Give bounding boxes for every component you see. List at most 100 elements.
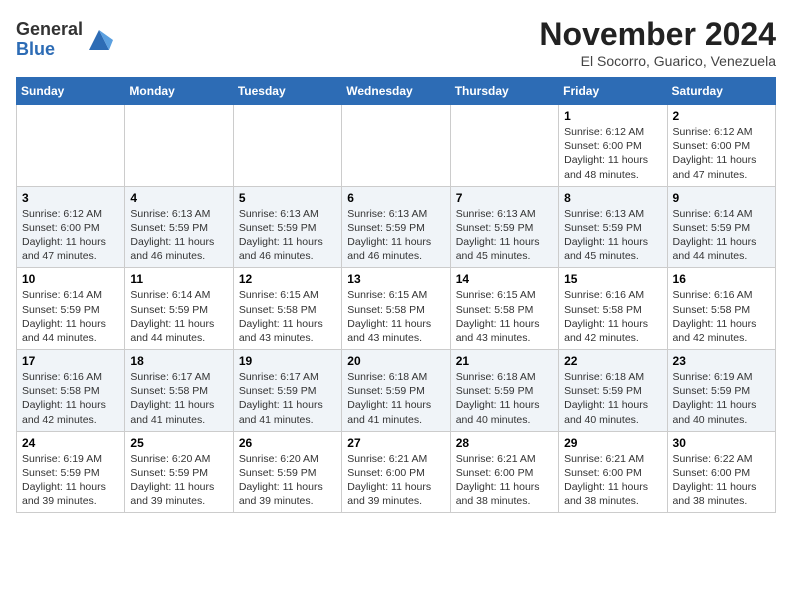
logo-icon: [85, 26, 113, 54]
calendar-cell: 3 Sunrise: 6:12 AM Sunset: 6:00 PM Daylig…: [17, 186, 125, 268]
day-info: Sunrise: 6:19 AM Sunset: 5:59 PM Dayligh…: [22, 452, 119, 509]
day-number: 15: [564, 272, 661, 286]
weekday-header-row: SundayMondayTuesdayWednesdayThursdayFrid…: [17, 78, 776, 105]
day-number: 30: [673, 436, 770, 450]
calendar-cell: 24 Sunrise: 6:19 AM Sunset: 5:59 PM Dayli…: [17, 431, 125, 513]
day-number: 3: [22, 191, 119, 205]
day-number: 25: [130, 436, 227, 450]
day-info: Sunrise: 6:21 AM Sunset: 6:00 PM Dayligh…: [347, 452, 444, 509]
day-number: 24: [22, 436, 119, 450]
day-number: 29: [564, 436, 661, 450]
weekday-header-friday: Friday: [559, 78, 667, 105]
calendar-cell: 10 Sunrise: 6:14 AM Sunset: 5:59 PM Dayli…: [17, 268, 125, 350]
calendar-cell: 18Sunrise: 6:17 AM Sunset: 5:58 PM Dayli…: [125, 350, 233, 432]
day-number: 7: [456, 191, 553, 205]
calendar-cell: 5 Sunrise: 6:13 AM Sunset: 5:59 PM Daylig…: [233, 186, 341, 268]
day-number: 20: [347, 354, 444, 368]
calendar-header: SundayMondayTuesdayWednesdayThursdayFrid…: [17, 78, 776, 105]
day-number: 10: [22, 272, 119, 286]
calendar-cell: [233, 105, 341, 187]
logo-blue: Blue: [16, 40, 83, 60]
day-info: Sunrise: 6:15 AM Sunset: 5:58 PM Dayligh…: [456, 288, 553, 345]
day-info: Sunrise: 6:18 AM Sunset: 5:59 PM Dayligh…: [564, 370, 661, 427]
day-number: 22: [564, 354, 661, 368]
location-subtitle: El Socorro, Guarico, Venezuela: [539, 53, 776, 69]
calendar-week-4: 17Sunrise: 6:16 AM Sunset: 5:58 PM Dayli…: [17, 350, 776, 432]
day-info: Sunrise: 6:13 AM Sunset: 5:59 PM Dayligh…: [456, 207, 553, 264]
day-info: Sunrise: 6:14 AM Sunset: 5:59 PM Dayligh…: [673, 207, 770, 264]
day-number: 2: [673, 109, 770, 123]
calendar-cell: [17, 105, 125, 187]
day-info: Sunrise: 6:18 AM Sunset: 5:59 PM Dayligh…: [347, 370, 444, 427]
day-info: Sunrise: 6:21 AM Sunset: 6:00 PM Dayligh…: [456, 452, 553, 509]
weekday-header-monday: Monday: [125, 78, 233, 105]
day-info: Sunrise: 6:22 AM Sunset: 6:00 PM Dayligh…: [673, 452, 770, 509]
weekday-header-saturday: Saturday: [667, 78, 775, 105]
day-info: Sunrise: 6:12 AM Sunset: 6:00 PM Dayligh…: [564, 125, 661, 182]
calendar-cell: 30 Sunrise: 6:22 AM Sunset: 6:00 PM Dayli…: [667, 431, 775, 513]
day-info: Sunrise: 6:12 AM Sunset: 6:00 PM Dayligh…: [673, 125, 770, 182]
day-number: 11: [130, 272, 227, 286]
calendar-cell: 14 Sunrise: 6:15 AM Sunset: 5:58 PM Dayli…: [450, 268, 558, 350]
calendar-cell: 27Sunrise: 6:21 AM Sunset: 6:00 PM Dayli…: [342, 431, 450, 513]
day-number: 19: [239, 354, 336, 368]
weekday-header-wednesday: Wednesday: [342, 78, 450, 105]
day-number: 1: [564, 109, 661, 123]
day-number: 9: [673, 191, 770, 205]
day-number: 4: [130, 191, 227, 205]
calendar-cell: 9 Sunrise: 6:14 AM Sunset: 5:59 PM Daylig…: [667, 186, 775, 268]
calendar-cell: 6 Sunrise: 6:13 AM Sunset: 5:59 PM Daylig…: [342, 186, 450, 268]
calendar-cell: 17Sunrise: 6:16 AM Sunset: 5:58 PM Dayli…: [17, 350, 125, 432]
calendar-cell: 23 Sunrise: 6:19 AM Sunset: 5:59 PM Dayli…: [667, 350, 775, 432]
day-info: Sunrise: 6:19 AM Sunset: 5:59 PM Dayligh…: [673, 370, 770, 427]
calendar-cell: 20 Sunrise: 6:18 AM Sunset: 5:59 PM Dayli…: [342, 350, 450, 432]
day-info: Sunrise: 6:21 AM Sunset: 6:00 PM Dayligh…: [564, 452, 661, 509]
day-number: 26: [239, 436, 336, 450]
calendar-cell: 22 Sunrise: 6:18 AM Sunset: 5:59 PM Dayli…: [559, 350, 667, 432]
calendar-cell: 21Sunrise: 6:18 AM Sunset: 5:59 PM Dayli…: [450, 350, 558, 432]
calendar-cell: 2 Sunrise: 6:12 AM Sunset: 6:00 PM Daylig…: [667, 105, 775, 187]
calendar-cell: 19Sunrise: 6:17 AM Sunset: 5:59 PM Dayli…: [233, 350, 341, 432]
calendar-cell: [342, 105, 450, 187]
calendar-cell: 29 Sunrise: 6:21 AM Sunset: 6:00 PM Dayli…: [559, 431, 667, 513]
day-info: Sunrise: 6:15 AM Sunset: 5:58 PM Dayligh…: [239, 288, 336, 345]
day-info: Sunrise: 6:14 AM Sunset: 5:59 PM Dayligh…: [22, 288, 119, 345]
calendar-cell: 7 Sunrise: 6:13 AM Sunset: 5:59 PM Daylig…: [450, 186, 558, 268]
day-info: Sunrise: 6:16 AM Sunset: 5:58 PM Dayligh…: [673, 288, 770, 345]
day-number: 18: [130, 354, 227, 368]
calendar-week-2: 3 Sunrise: 6:12 AM Sunset: 6:00 PM Daylig…: [17, 186, 776, 268]
day-info: Sunrise: 6:16 AM Sunset: 5:58 PM Dayligh…: [564, 288, 661, 345]
day-info: Sunrise: 6:15 AM Sunset: 5:58 PM Dayligh…: [347, 288, 444, 345]
calendar-cell: 25 Sunrise: 6:20 AM Sunset: 5:59 PM Dayli…: [125, 431, 233, 513]
day-number: 16: [673, 272, 770, 286]
day-info: Sunrise: 6:13 AM Sunset: 5:59 PM Dayligh…: [564, 207, 661, 264]
day-number: 17: [22, 354, 119, 368]
calendar-cell: [450, 105, 558, 187]
calendar-week-5: 24 Sunrise: 6:19 AM Sunset: 5:59 PM Dayli…: [17, 431, 776, 513]
weekday-header-tuesday: Tuesday: [233, 78, 341, 105]
day-number: 14: [456, 272, 553, 286]
day-number: 8: [564, 191, 661, 205]
calendar-table: SundayMondayTuesdayWednesdayThursdayFrid…: [16, 77, 776, 513]
day-info: Sunrise: 6:18 AM Sunset: 5:59 PM Dayligh…: [456, 370, 553, 427]
day-number: 28: [456, 436, 553, 450]
calendar-cell: [125, 105, 233, 187]
calendar-cell: 13Sunrise: 6:15 AM Sunset: 5:58 PM Dayli…: [342, 268, 450, 350]
calendar-cell: 4Sunrise: 6:13 AM Sunset: 5:59 PM Daylig…: [125, 186, 233, 268]
calendar-cell: 12Sunrise: 6:15 AM Sunset: 5:58 PM Dayli…: [233, 268, 341, 350]
page-header: General Blue November 2024 El Socorro, G…: [16, 16, 776, 69]
weekday-header-sunday: Sunday: [17, 78, 125, 105]
day-number: 23: [673, 354, 770, 368]
day-info: Sunrise: 6:12 AM Sunset: 6:00 PM Dayligh…: [22, 207, 119, 264]
day-info: Sunrise: 6:13 AM Sunset: 5:59 PM Dayligh…: [239, 207, 336, 264]
calendar-cell: 16 Sunrise: 6:16 AM Sunset: 5:58 PM Dayli…: [667, 268, 775, 350]
day-number: 5: [239, 191, 336, 205]
day-info: Sunrise: 6:20 AM Sunset: 5:59 PM Dayligh…: [130, 452, 227, 509]
calendar-cell: 8 Sunrise: 6:13 AM Sunset: 5:59 PM Daylig…: [559, 186, 667, 268]
day-number: 6: [347, 191, 444, 205]
day-info: Sunrise: 6:20 AM Sunset: 5:59 PM Dayligh…: [239, 452, 336, 509]
calendar-cell: 28 Sunrise: 6:21 AM Sunset: 6:00 PM Dayli…: [450, 431, 558, 513]
title-block: November 2024 El Socorro, Guarico, Venez…: [539, 16, 776, 69]
logo-general: General: [16, 20, 83, 40]
day-info: Sunrise: 6:13 AM Sunset: 5:59 PM Dayligh…: [347, 207, 444, 264]
